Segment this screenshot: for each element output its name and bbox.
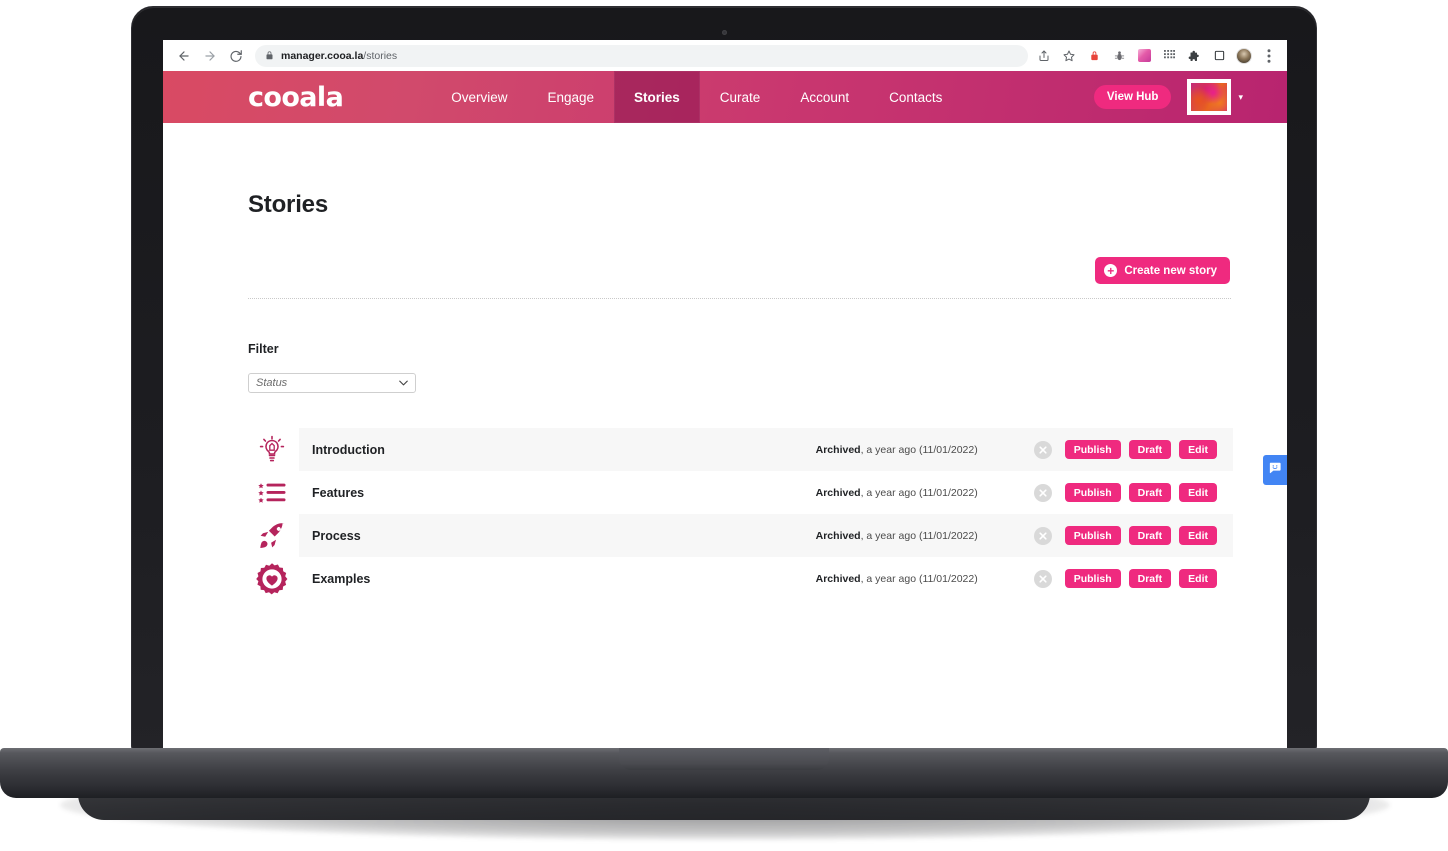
webcam-icon [721, 30, 727, 35]
status-badge: Archived [815, 443, 861, 456]
row-actions: Publish Draft Edit [1033, 526, 1233, 545]
nav-item-overview[interactable]: Overview [431, 71, 527, 123]
story-timestamp: , a year ago (11/01/2022) [860, 486, 978, 499]
filter-label: Filter [248, 342, 279, 356]
create-new-story-button[interactable]: + Create new story [1095, 257, 1230, 284]
table-row[interactable]: Introduction Archived, a year ago (11/01… [245, 428, 1233, 471]
close-circle-icon[interactable] [1033, 483, 1052, 502]
content-divider [248, 298, 1231, 299]
bug-extension-icon[interactable] [1111, 48, 1127, 64]
story-title: Process [312, 528, 361, 543]
rocket-icon [245, 514, 299, 557]
page-title: Stories [248, 191, 328, 218]
chevron-down-icon[interactable]: ▾ [1238, 92, 1243, 103]
story-title: Examples [312, 571, 371, 586]
edit-button[interactable]: Edit [1179, 483, 1217, 502]
story-title: Features [312, 485, 365, 500]
forward-arrow-icon[interactable] [197, 43, 223, 69]
brand-logo[interactable]: cooala [248, 82, 344, 113]
grid-extension-icon[interactable] [1161, 48, 1177, 64]
lock-icon [265, 50, 274, 61]
avatar[interactable] [1187, 79, 1232, 115]
story-title: Introduction [312, 442, 385, 457]
address-bar[interactable]: manager.cooa.la/stories [255, 44, 1028, 67]
nav-item-curate[interactable]: Curate [700, 71, 781, 123]
back-arrow-icon[interactable] [171, 43, 197, 69]
plus-circle-icon: + [1104, 264, 1118, 277]
share-icon[interactable] [1036, 48, 1052, 64]
status-badge: Archived [815, 529, 861, 542]
main-nav: Overview Engage Stories Curate Account C… [431, 71, 962, 123]
app-header: cooala Overview Engage Stories Curate Ac… [163, 71, 1287, 123]
feedback-tab-button[interactable] [1263, 455, 1287, 485]
close-circle-icon[interactable] [1033, 440, 1052, 459]
heart-badge-icon [245, 557, 299, 600]
browser-toolbar-actions [1036, 47, 1277, 64]
nav-item-engage[interactable]: Engage [527, 71, 614, 123]
browser-toolbar: manager.cooa.la/stories [163, 40, 1287, 71]
close-circle-icon[interactable] [1033, 569, 1052, 588]
table-row[interactable]: Features Archived, a year ago (11/01/202… [245, 471, 1233, 514]
row-actions: Publish Draft Edit [1033, 569, 1233, 588]
laptop-base-notch [619, 748, 829, 770]
publish-button[interactable]: Publish [1064, 440, 1121, 459]
view-hub-button[interactable]: View Hub [1093, 85, 1172, 109]
draft-button[interactable]: Draft [1128, 526, 1172, 545]
publish-button[interactable]: Publish [1064, 569, 1121, 588]
story-timestamp: , a year ago (11/01/2022) [860, 529, 978, 542]
story-list: Introduction Archived, a year ago (11/01… [245, 428, 1233, 600]
table-row[interactable]: Examples Archived, a year ago (11/01/202… [245, 557, 1233, 600]
page-content: Stories + Create new story Filter Status [163, 123, 1287, 748]
table-row[interactable]: Process Archived, a year ago (11/01/2022… [245, 514, 1233, 557]
story-status: Archived, a year ago (11/01/2022) [816, 487, 978, 499]
row-actions: Publish Draft Edit [1033, 440, 1233, 459]
edit-button[interactable]: Edit [1179, 569, 1217, 588]
square-extension-icon[interactable] [1211, 48, 1227, 64]
row-actions: Publish Draft Edit [1033, 483, 1233, 502]
gradient-extension-icon[interactable] [1136, 48, 1152, 64]
smiley-chat-icon [1268, 461, 1282, 480]
publish-button[interactable]: Publish [1064, 483, 1121, 502]
avatar-image [1191, 83, 1228, 111]
status-badge: Archived [815, 486, 861, 499]
three-dot-menu-icon[interactable] [1261, 48, 1277, 64]
draft-button[interactable]: Draft [1128, 440, 1172, 459]
laptop-mockup: manager.cooa.la/stories cooala Overview … [0, 0, 1448, 851]
close-circle-icon[interactable] [1033, 526, 1052, 545]
reload-icon[interactable] [223, 43, 249, 69]
draft-button[interactable]: Draft [1128, 569, 1172, 588]
edit-button[interactable]: Edit [1179, 440, 1217, 459]
story-timestamp: , a year ago (11/01/2022) [860, 443, 978, 456]
story-status: Archived, a year ago (11/01/2022) [816, 573, 978, 585]
create-new-story-label: Create new story [1124, 264, 1217, 277]
status-filter-select[interactable]: Status [248, 373, 416, 393]
star-icon[interactable] [1061, 48, 1077, 64]
laptop-base [0, 748, 1448, 820]
draft-button[interactable]: Draft [1128, 483, 1172, 502]
story-timestamp: , a year ago (11/01/2022) [860, 572, 978, 585]
user-menu[interactable]: ▾ [1187, 79, 1243, 115]
edit-button[interactable]: Edit [1179, 526, 1217, 545]
nav-item-contacts[interactable]: Contacts [869, 71, 962, 123]
url-path: /stories [363, 49, 398, 62]
status-filter-value: Status [256, 377, 288, 389]
profile-avatar-icon[interactable] [1236, 47, 1252, 64]
browser-window: manager.cooa.la/stories cooala Overview … [163, 40, 1287, 748]
chevron-down-icon [399, 378, 408, 388]
lock-extension-icon[interactable] [1086, 48, 1102, 64]
star-list-icon [245, 471, 299, 514]
nav-item-account[interactable]: Account [780, 71, 869, 123]
laptop-base-slab [0, 748, 1448, 798]
nav-item-stories[interactable]: Stories [614, 71, 700, 123]
url-host: manager.cooa.la [281, 49, 364, 62]
lightbulb-icon [245, 428, 299, 471]
story-status: Archived, a year ago (11/01/2022) [816, 530, 978, 542]
status-badge: Archived [815, 572, 861, 585]
story-status: Archived, a year ago (11/01/2022) [816, 444, 978, 456]
header-right-actions: View Hub ▾ [1093, 79, 1287, 115]
puzzle-extension-icon[interactable] [1186, 48, 1202, 64]
publish-button[interactable]: Publish [1064, 526, 1121, 545]
